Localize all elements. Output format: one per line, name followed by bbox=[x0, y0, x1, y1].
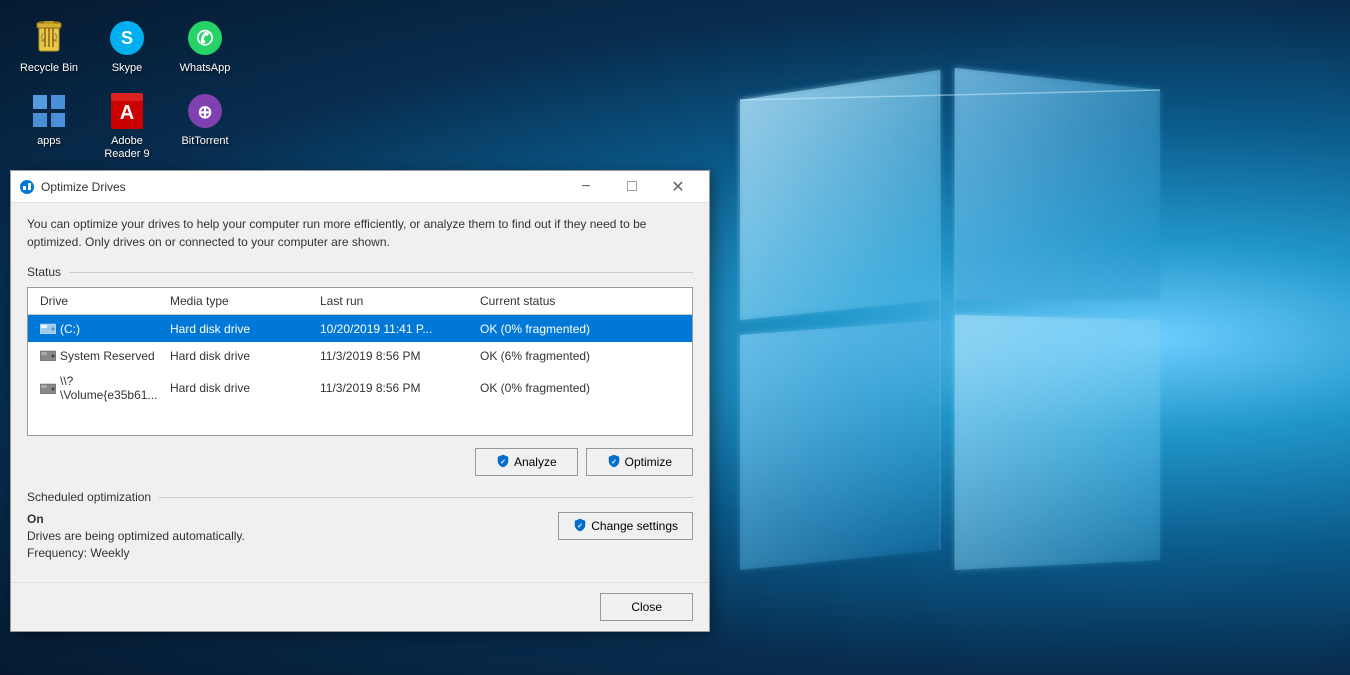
header-drive: Drive bbox=[36, 292, 166, 310]
desktop-icon-apps[interactable]: apps bbox=[12, 85, 86, 167]
minimize-button[interactable]: − bbox=[563, 171, 609, 203]
row2-media-type: Hard disk drive bbox=[166, 347, 316, 365]
adobe-label: Adobe Reader 9 bbox=[94, 135, 160, 161]
svg-text:✆: ✆ bbox=[197, 28, 214, 50]
scheduled-info: On Drives are being optimized automatica… bbox=[27, 512, 245, 560]
drive-icon-volume bbox=[40, 380, 56, 397]
close-button[interactable]: ✕ bbox=[655, 171, 701, 203]
svg-text:A: A bbox=[120, 102, 134, 124]
row3-status: OK (0% fragmented) bbox=[476, 379, 684, 397]
status-section-header: Status bbox=[27, 265, 693, 279]
apps-icon bbox=[29, 91, 69, 131]
scheduled-section: Scheduled optimization On Drives are bei… bbox=[27, 490, 693, 560]
svg-text:⊕: ⊕ bbox=[197, 102, 212, 122]
header-current-status: Current status bbox=[476, 292, 684, 310]
apps-label: apps bbox=[37, 135, 61, 148]
dialog-description: You can optimize your drives to help you… bbox=[27, 215, 693, 251]
skype-label: Skype bbox=[112, 62, 143, 75]
row1-last-run: 10/20/2019 11:41 P... bbox=[316, 320, 476, 338]
row2-drive: System Reserved bbox=[36, 345, 166, 366]
table-row[interactable]: \\?\Volume{e35b61... Hard disk drive 11/… bbox=[28, 369, 692, 407]
dialog-title-icon bbox=[19, 179, 35, 195]
dialog-titlebar[interactable]: Optimize Drives − □ ✕ bbox=[11, 171, 709, 203]
analyze-shield-icon: ✓ bbox=[496, 454, 510, 471]
status-label: Status bbox=[27, 265, 61, 279]
drive-icon-c bbox=[40, 320, 56, 337]
dialog-body: You can optimize your drives to help you… bbox=[11, 203, 709, 572]
analyze-label: Analyze bbox=[514, 455, 557, 469]
close-dialog-button[interactable]: Close bbox=[600, 593, 693, 621]
whatsapp-icon: ✆ bbox=[185, 18, 225, 58]
drive-icon-system bbox=[40, 347, 56, 364]
scheduled-description: Drives are being optimized automatically… bbox=[27, 529, 245, 543]
settings-shield-icon: ✓ bbox=[573, 518, 587, 535]
analyze-button[interactable]: ✓ Analyze bbox=[475, 448, 578, 476]
scheduled-label: Scheduled optimization bbox=[27, 490, 151, 504]
desktop-icon-adobe[interactable]: A Adobe Reader 9 bbox=[90, 85, 164, 167]
recycle-bin-icon bbox=[29, 18, 69, 58]
desktop-icon-recycle-bin[interactable]: Recycle Bin bbox=[12, 12, 86, 81]
row1-media-type: Hard disk drive bbox=[166, 320, 316, 338]
table-body: (C:) Hard disk drive 10/20/2019 11:41 P.… bbox=[28, 315, 692, 435]
row1-status: OK (0% fragmented) bbox=[476, 320, 684, 338]
optimize-button[interactable]: ✓ Optimize bbox=[586, 448, 693, 476]
scheduled-divider bbox=[159, 497, 693, 498]
scheduled-status: On bbox=[27, 512, 245, 526]
row1-drive: (C:) bbox=[36, 318, 166, 339]
svg-text:✓: ✓ bbox=[611, 459, 617, 466]
status-divider bbox=[69, 272, 693, 273]
desktop-icon-whatsapp[interactable]: ✆ WhatsApp bbox=[168, 12, 242, 81]
table-header: Drive Media type Last run Current status bbox=[28, 288, 692, 315]
change-settings-button[interactable]: ✓ Change settings bbox=[558, 512, 693, 540]
row3-last-run: 11/3/2019 8:56 PM bbox=[316, 379, 476, 397]
maximize-button[interactable]: □ bbox=[609, 171, 655, 203]
adobe-icon: A bbox=[107, 91, 147, 131]
optimize-label: Optimize bbox=[625, 455, 672, 469]
bittorrent-icon: ⊕ bbox=[185, 91, 225, 131]
header-last-run: Last run bbox=[316, 292, 476, 310]
action-buttons: ✓ Analyze ✓ Optimize bbox=[27, 448, 693, 476]
svg-text:✓: ✓ bbox=[577, 523, 583, 530]
desktop: Recycle Bin S Skype ✆ WhatsApp bbox=[0, 0, 1350, 675]
recycle-bin-label: Recycle Bin bbox=[20, 62, 78, 75]
scheduled-section-header: Scheduled optimization bbox=[27, 490, 693, 504]
table-row[interactable]: System Reserved Hard disk drive 11/3/201… bbox=[28, 342, 692, 369]
whatsapp-label: WhatsApp bbox=[180, 62, 231, 75]
row3-media-type: Hard disk drive bbox=[166, 379, 316, 397]
bittorrent-label: BitTorrent bbox=[181, 135, 228, 148]
dialog-title-text: Optimize Drives bbox=[41, 180, 563, 194]
titlebar-buttons: − □ ✕ bbox=[563, 171, 701, 203]
optimize-drives-dialog: Optimize Drives − □ ✕ You can optimize y… bbox=[10, 170, 710, 632]
desktop-icon-skype[interactable]: S Skype bbox=[90, 12, 164, 81]
svg-text:S: S bbox=[121, 28, 133, 48]
svg-text:✓: ✓ bbox=[500, 459, 506, 466]
change-settings-label: Change settings bbox=[591, 519, 678, 533]
drive-table: Drive Media type Last run Current status bbox=[27, 287, 693, 436]
scheduled-frequency: Frequency: Weekly bbox=[27, 546, 245, 560]
skype-icon: S bbox=[107, 18, 147, 58]
row2-status: OK (6% fragmented) bbox=[476, 347, 684, 365]
optimize-shield-icon: ✓ bbox=[607, 454, 621, 471]
header-media-type: Media type bbox=[166, 292, 316, 310]
scheduled-row: On Drives are being optimized automatica… bbox=[27, 512, 693, 560]
desktop-icon-bittorrent[interactable]: ⊕ BitTorrent bbox=[168, 85, 242, 167]
row2-last-run: 11/3/2019 8:56 PM bbox=[316, 347, 476, 365]
table-row[interactable]: (C:) Hard disk drive 10/20/2019 11:41 P.… bbox=[28, 315, 692, 342]
dialog-footer: Close bbox=[11, 582, 709, 631]
row3-drive: \\?\Volume{e35b61... bbox=[36, 372, 166, 404]
